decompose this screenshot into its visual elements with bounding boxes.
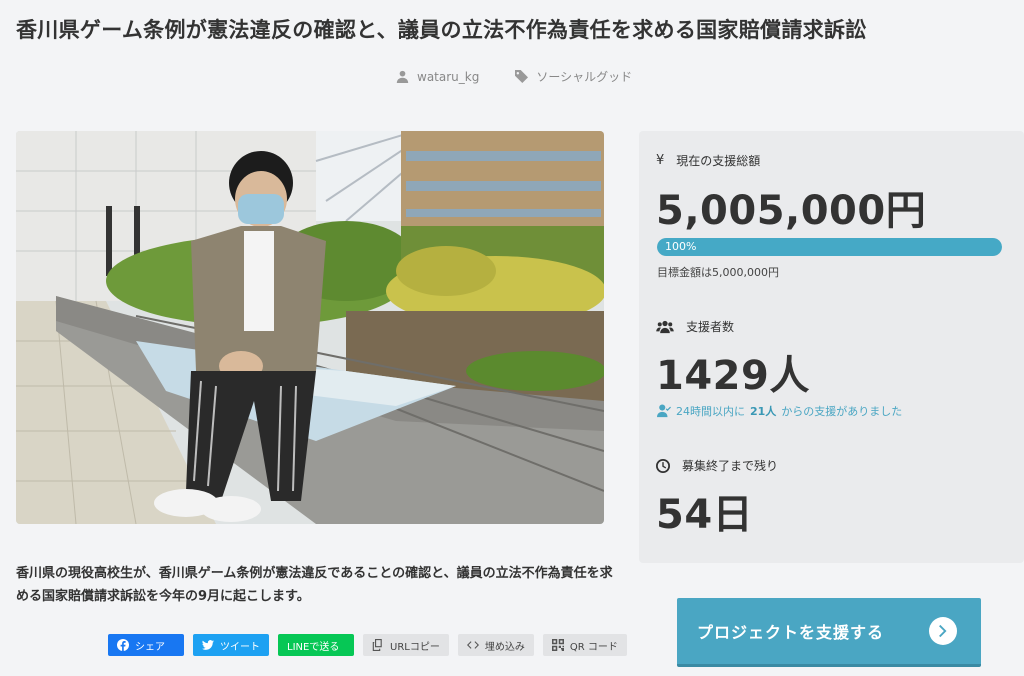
line-share-button[interactable]: LINEで送る (278, 634, 354, 656)
user-icon (396, 70, 409, 83)
category-name: ソーシャルグッド (536, 70, 633, 84)
total-amount-value: 5,005,000円 (656, 188, 927, 234)
share-buttons: シェア ツイート LINEで送る URLコピー 埋め込み QR コード (108, 634, 627, 656)
code-icon (466, 641, 479, 649)
goal-amount: 目標金額は5,000,000円 (657, 266, 779, 279)
yen-icon: ¥ (656, 153, 665, 168)
user-check-icon (657, 404, 671, 418)
embed-label: 埋め込み (484, 641, 525, 653)
qr-code-label: QR コード (569, 641, 618, 653)
qr-code-button[interactable]: QR コード (542, 634, 627, 656)
recent-support-note: 24時間以内に 21人 からの支援がありました (657, 403, 902, 419)
url-copy-label: URLコピー (390, 641, 440, 653)
url-copy-button[interactable]: URLコピー (363, 634, 449, 656)
twitter-share-label: ツイート (220, 641, 260, 653)
total-amount-label: ¥ 現在の支援総額 (656, 153, 761, 168)
author-name: wataru_kg (417, 69, 480, 84)
supporters-count: 1429人 (656, 353, 810, 399)
facebook-share-label: シェア (135, 641, 165, 653)
embed-button[interactable]: 埋め込み (457, 634, 534, 656)
copy-icon (372, 639, 382, 651)
facebook-icon (117, 639, 129, 651)
remaining-label: 募集終了まで残り (656, 457, 778, 474)
funding-progress-bar: 100% (657, 238, 1002, 256)
qr-code-icon (551, 639, 564, 651)
remaining-days: 54日 (656, 492, 754, 538)
clock-icon (656, 458, 670, 473)
page-title: 香川県ゲーム条例が憲法違反の確認と、議員の立法不作為責任を求める国家賠償請求訴訟 (16, 18, 867, 42)
twitter-share-button[interactable]: ツイート (193, 634, 269, 656)
support-project-label: プロジェクトを支援する (697, 623, 885, 642)
category-link[interactable]: ソーシャルグッド (515, 68, 632, 85)
twitter-icon (202, 640, 214, 650)
support-project-button[interactable]: プロジェクトを支援する (677, 598, 981, 667)
progress-fill: 100% (657, 238, 1002, 256)
tag-icon (515, 70, 529, 83)
supporters-label: 支援者数 (656, 318, 734, 335)
project-description: 香川県の現役高校生が、香川県ゲーム条例が憲法違反であることの確認と、議員の立法不… (16, 566, 613, 604)
project-meta: wataru_kg ソーシャルグッド (396, 68, 668, 85)
users-icon (656, 320, 674, 333)
author-link[interactable]: wataru_kg (396, 70, 479, 84)
chevron-right-icon (929, 617, 957, 645)
project-main-image (16, 131, 604, 524)
line-share-label: LINEで送る (287, 641, 340, 653)
facebook-share-button[interactable]: シェア (108, 634, 184, 656)
